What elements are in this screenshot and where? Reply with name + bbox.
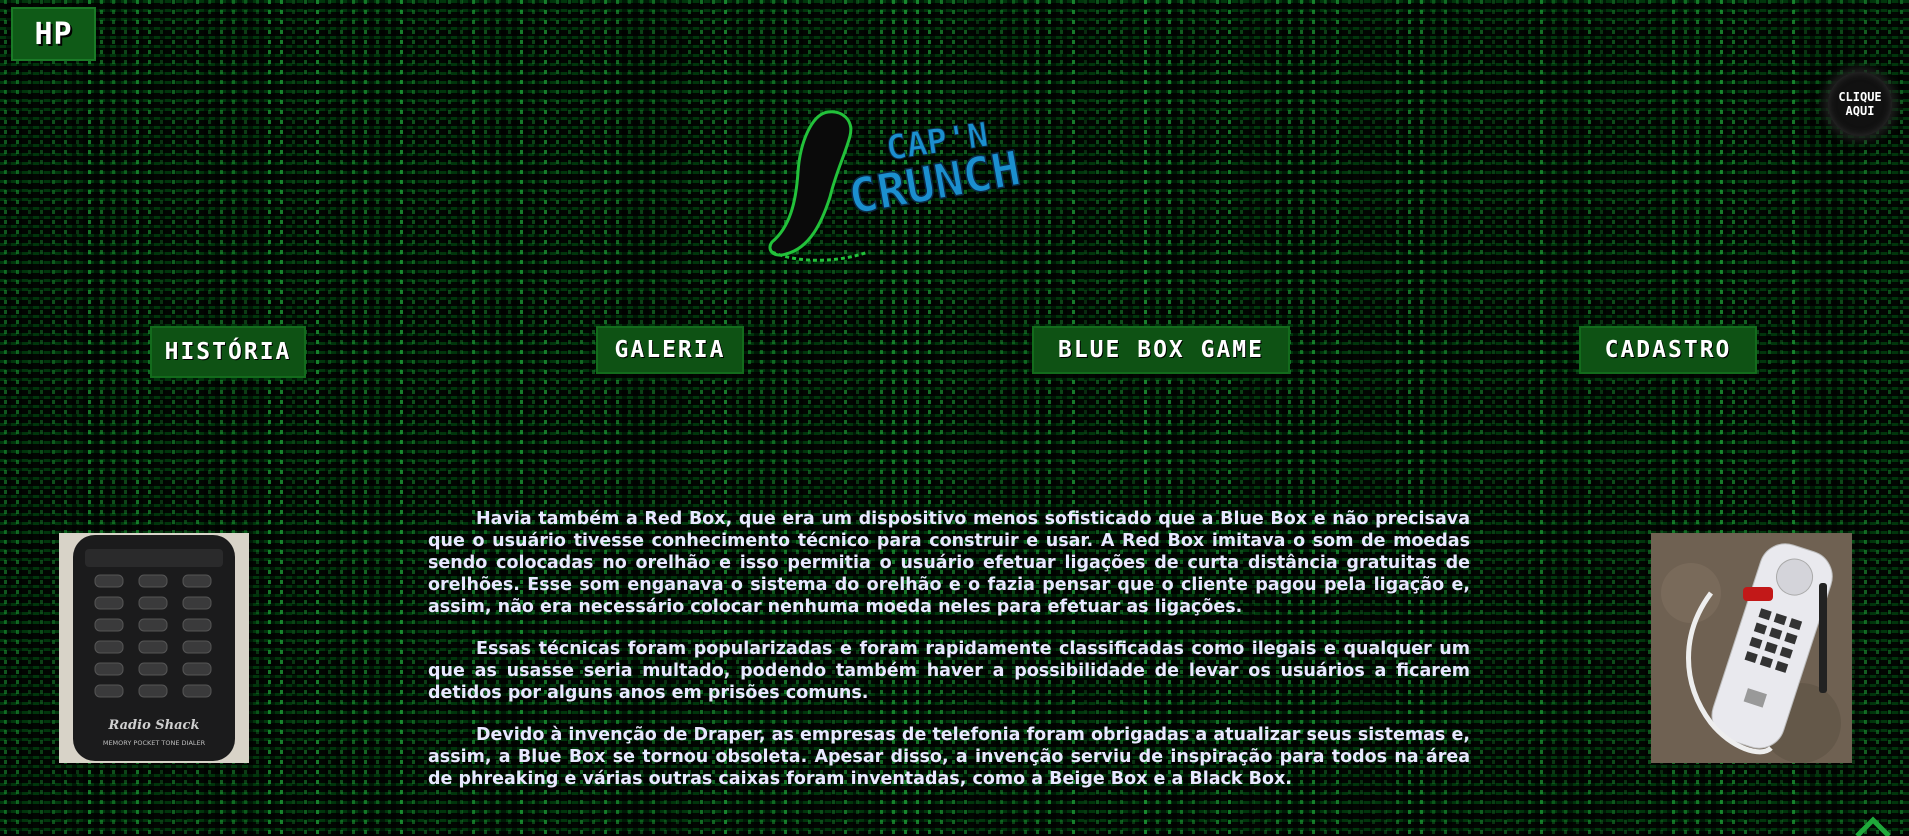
- dialer-brand: Radio Shack: [108, 718, 200, 733]
- matrix-rain-column: [388, 0, 391, 836]
- tone-dialer-photo: Radio Shack MEMORY POCKET TONE DIALER: [59, 533, 249, 763]
- matrix-rain-column: [1588, 0, 1591, 836]
- matrix-rain-column: [304, 0, 307, 836]
- matrix-rain-column: [4, 0, 7, 836]
- lineman-handset-photo: [1651, 533, 1852, 763]
- matrix-rain-column: [1516, 0, 1519, 836]
- matrix-rain-column: [292, 0, 295, 836]
- matrix-rain-column: [376, 0, 379, 836]
- clique-label-line2: AQUI: [1845, 104, 1875, 118]
- matrix-rain-column: [316, 0, 319, 836]
- matrix-rain-column: [280, 0, 283, 836]
- matrix-rain-column: [1624, 0, 1627, 836]
- capn-crunch-logo: CAP'N CRUNCH: [768, 110, 1026, 262]
- hp-logo[interactable]: HP: [11, 7, 96, 61]
- matrix-rain-column: [1504, 0, 1507, 836]
- matrix-rain-column: [1576, 0, 1579, 836]
- nav-galeria-button[interactable]: GALERIA: [596, 326, 744, 374]
- matrix-rain-column: [352, 0, 355, 836]
- nav-historia-button[interactable]: HISTÓRIA: [150, 326, 306, 378]
- handset-icon: [768, 110, 853, 257]
- matrix-rain-column: [412, 0, 415, 836]
- matrix-rain-column: [1540, 0, 1543, 836]
- matrix-rain-column: [1600, 0, 1603, 836]
- matrix-rain-column: [340, 0, 343, 836]
- matrix-rain-column: [52, 0, 55, 836]
- matrix-rain-column: [1552, 0, 1555, 836]
- matrix-rain-column: [1564, 0, 1567, 836]
- scroll-top-icon[interactable]: [1853, 814, 1893, 836]
- nav-blue-box-game-button[interactable]: BLUE BOX GAME: [1032, 326, 1290, 374]
- matrix-rain-column: [1480, 0, 1483, 836]
- matrix-rain-column: [16, 0, 19, 836]
- matrix-rain-column: [1900, 0, 1903, 836]
- matrix-rain-column: [28, 0, 31, 836]
- paragraph-red-box: Havia também a Red Box, que era um dispo…: [428, 509, 1470, 617]
- matrix-rain-column: [1612, 0, 1615, 836]
- matrix-rain-column: [40, 0, 43, 836]
- paragraph-ilegais: Essas técnicas foram popularizadas e for…: [428, 639, 1470, 703]
- matrix-rain-column: [400, 0, 403, 836]
- nav-cadastro-button[interactable]: CADASTRO: [1579, 326, 1757, 374]
- clique-aqui-button[interactable]: CLIQUE AQUI: [1828, 72, 1892, 136]
- main-text: Havia também a Red Box, que era um dispo…: [428, 508, 1470, 810]
- matrix-rain-column: [256, 0, 259, 836]
- matrix-rain-column: [1528, 0, 1531, 836]
- matrix-rain-column: [364, 0, 367, 836]
- clique-label-line1: CLIQUE: [1838, 90, 1882, 104]
- matrix-rain-column: [1492, 0, 1495, 836]
- paragraph-obsoleta: Devido à invenção de Draper, as empresas…: [428, 725, 1470, 789]
- dialer-caption: MEMORY POCKET TONE DIALER: [103, 739, 206, 747]
- matrix-rain-column: [268, 0, 271, 836]
- matrix-rain-column: [424, 0, 427, 836]
- matrix-rain-column: [328, 0, 331, 836]
- matrix-rain-column: [1888, 0, 1891, 836]
- matrix-rain-column: [1636, 0, 1639, 836]
